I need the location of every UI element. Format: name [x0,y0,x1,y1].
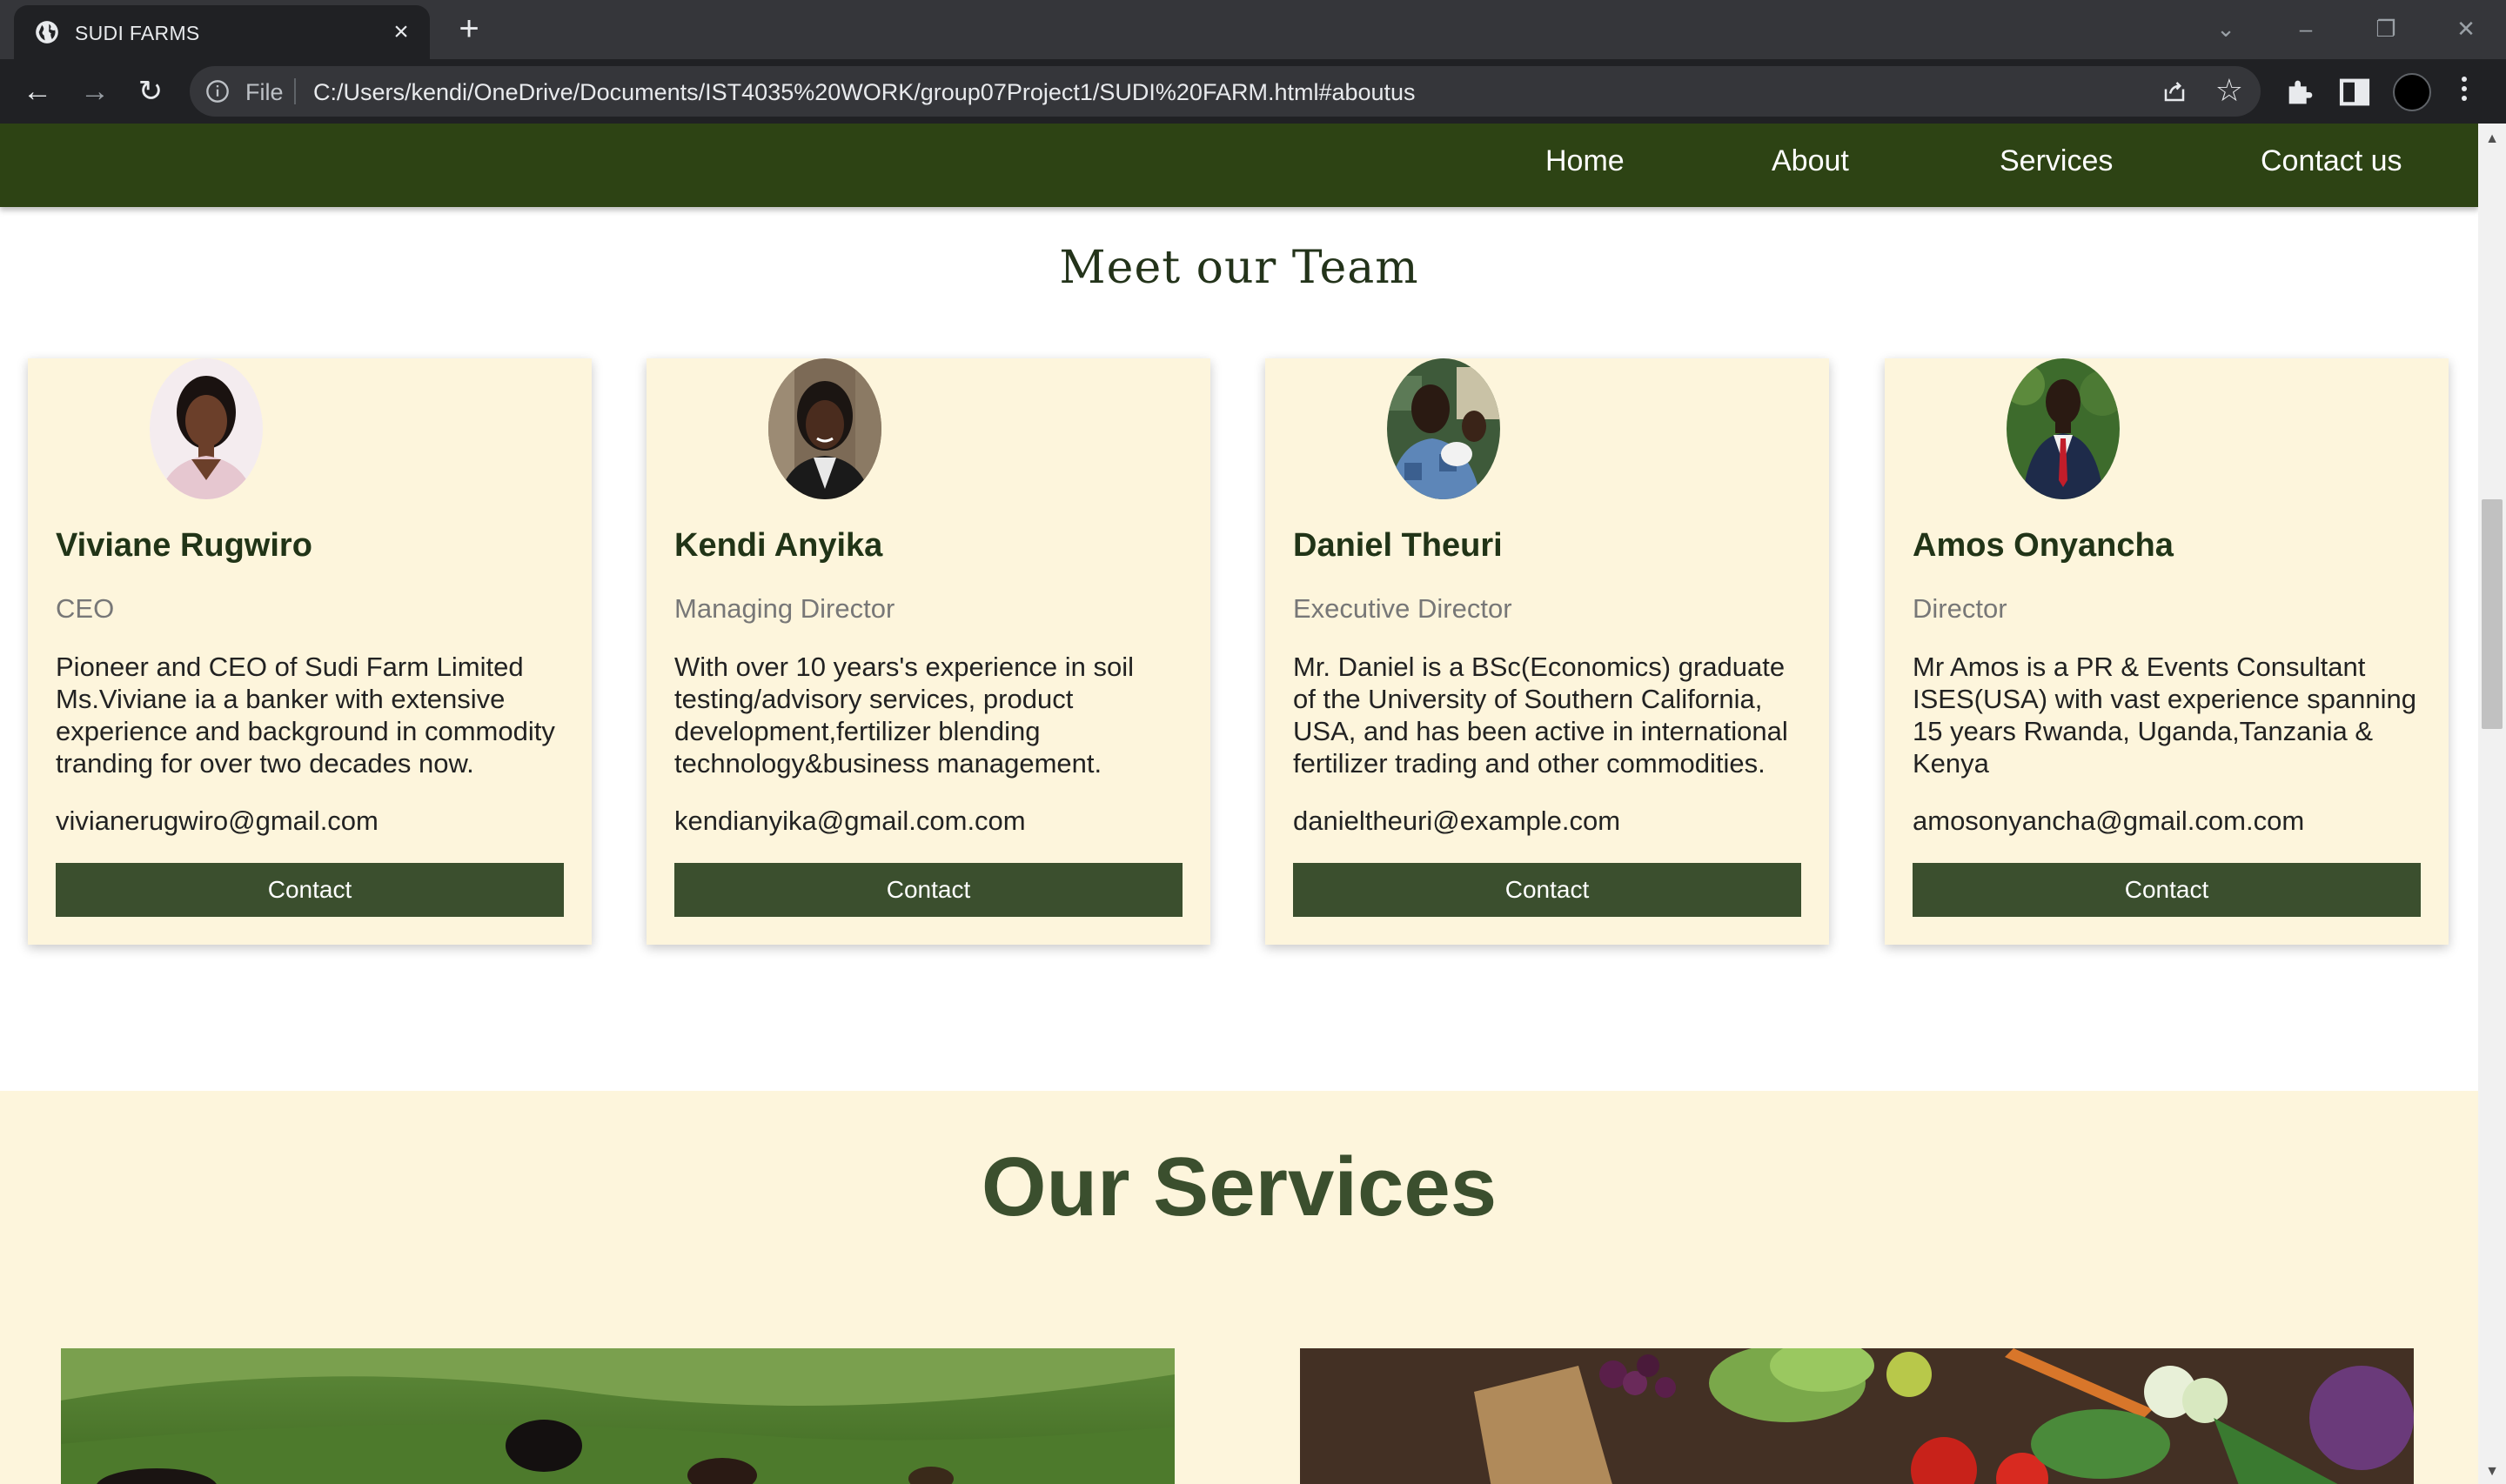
contact-button[interactable]: Contact [56,863,564,917]
member-photo [2007,358,2120,499]
address-bar[interactable]: File C:/Users/kendi/OneDrive/Documents/I… [190,66,2261,117]
nav-services-link[interactable]: Services [2000,144,2113,178]
browser-tab[interactable]: SUDI FARMS × [14,5,430,59]
services-section: Our Services [0,1091,2478,1484]
browser-tab-strip: SUDI FARMS × + ⌄ – ❐ ✕ [0,0,2506,59]
forward-icon[interactable]: → [77,73,113,110]
team-card: Viviane Rugwiro CEO Pioneer and CEO of S… [28,358,592,945]
browser-toolbar: ← → ↻ File C:/Users/kendi/OneDrive/Docum… [0,59,2506,124]
reload-icon[interactable]: ↻ [132,73,169,110]
member-name: Viviane Rugwiro [56,527,312,564]
member-role: CEO [56,593,115,624]
nav-home-link[interactable]: Home [1545,144,1625,178]
tab-search-icon[interactable]: ⌄ [2208,12,2243,45]
scheme-label: File [245,79,284,105]
member-bio: Mr Amos is a PR & Events Consultant ISES… [1913,652,2416,779]
member-email: kendianyika@gmail.com.com [674,806,1026,836]
new-tab-icon[interactable]: + [452,11,486,46]
extensions-icon[interactable] [2283,75,2318,110]
member-role: Managing Director [674,593,895,624]
livestock-service-image [61,1348,1175,1484]
member-photo [150,358,263,499]
close-tab-icon[interactable]: × [388,19,414,45]
contact-button[interactable]: Contact [674,863,1183,917]
site-navbar: Home About Services Contact us [0,124,2478,207]
member-bio: Pioneer and CEO of Sudi Farm Limited Ms.… [56,652,555,779]
team-card: Amos Onyancha Director Mr Amos is a PR &… [1885,358,2449,945]
member-role: Executive Director [1293,593,1512,624]
contact-button[interactable]: Contact [1913,863,2421,917]
minimize-icon[interactable]: – [2288,12,2323,45]
nav-about-link[interactable]: About [1772,144,1849,178]
member-bio: With over 10 years's experience in soil … [674,652,1134,779]
url-text[interactable]: C:/Users/kendi/OneDrive/Documents/IST403… [313,79,1416,106]
nav-contact-link[interactable]: Contact us [2261,144,2402,178]
member-photo [1387,358,1500,499]
member-name: Amos Onyancha [1913,527,2174,564]
member-email: danieltheuri@example.com [1293,806,1621,836]
team-card: Daniel Theuri Executive Director Mr. Dan… [1265,358,1829,945]
side-panel-icon[interactable] [2337,75,2372,110]
member-email: amosonyancha@gmail.com.com [1913,806,2305,836]
browser-menu-icon[interactable] [2456,73,2473,111]
member-bio: Mr. Daniel is a BSc(Economics) graduate … [1293,652,1788,779]
services-title: Our Services [981,1140,1498,1233]
close-window-icon[interactable]: ✕ [2449,12,2483,45]
member-role: Director [1913,593,2007,624]
restore-icon[interactable]: ❐ [2369,12,2403,45]
team-section-title: Meet our Team [1059,242,1419,294]
profile-avatar[interactable] [2393,73,2431,111]
bookmark-star-icon[interactable]: ☆ [2215,73,2243,108]
team-card: Kendi Anyika Managing Director With over… [647,358,1210,945]
scroll-down-arrow-icon[interactable]: ▼ [2478,1460,2506,1484]
page-scrollbar[interactable]: ▲ ▼ [2478,124,2506,1484]
contact-button[interactable]: Contact [1293,863,1801,917]
page-viewport: Home About Services Contact us Meet our … [0,124,2478,1484]
info-icon[interactable] [205,79,230,104]
member-name: Daniel Theuri [1293,527,1503,564]
share-icon[interactable] [2161,78,2188,104]
omnibox-divider [294,78,296,104]
member-photo [768,358,881,499]
produce-service-image [1300,1348,2414,1484]
back-icon[interactable]: ← [19,73,56,110]
scroll-up-arrow-icon[interactable]: ▲ [2478,127,2506,151]
globe-icon [36,21,58,43]
tab-title: SUDI FARMS [75,22,200,44]
member-name: Kendi Anyika [674,527,883,564]
scrollbar-thumb[interactable] [2482,499,2503,729]
member-email: vivianerugwiro@gmail.com [56,806,379,836]
